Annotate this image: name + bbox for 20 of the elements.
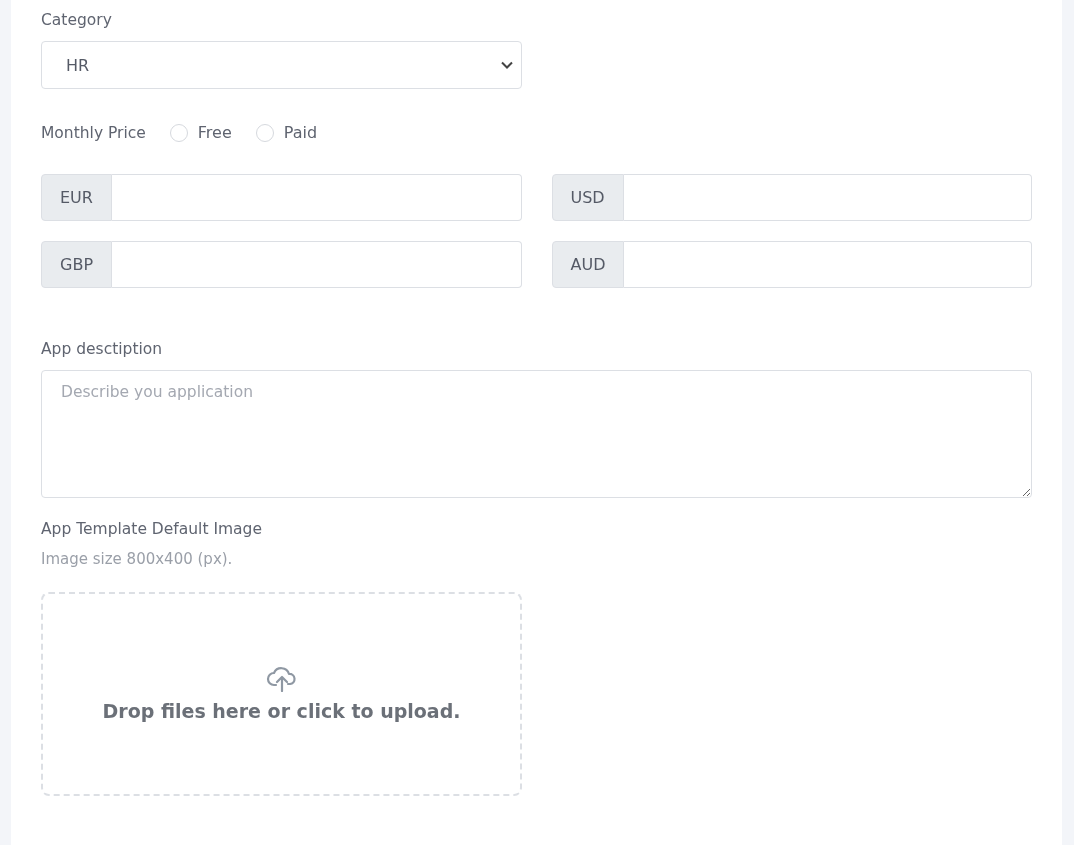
radio-option[interactable]: Free [169, 123, 232, 142]
hint-text: Image size 800x400 (px). [41, 550, 234, 568]
currency-label: GBP [41, 241, 113, 288]
price-input-field[interactable] [111, 174, 522, 221]
description-field[interactable]: Describe you application [41, 370, 1032, 498]
radio-option[interactable]: Paid [255, 123, 318, 142]
currency-label: EUR [41, 174, 112, 221]
field-label: Category [41, 11, 113, 29]
field-label: App Template Default Image [41, 520, 263, 538]
price-input-field[interactable] [624, 241, 1032, 288]
currency-label: USD [551, 174, 624, 221]
price-input-field[interactable] [112, 241, 522, 288]
field-label: App desctiption [41, 340, 164, 358]
select-field[interactable]: HR [41, 41, 522, 89]
price-input-field[interactable] [623, 174, 1032, 221]
chevron-down-icon [501, 61, 513, 69]
field-label: Monthly Price [41, 123, 146, 142]
cloud-upload-icon [265, 666, 298, 692]
upload-dropzone[interactable]: Drop files here or click to upload. [41, 592, 522, 796]
currency-label: AUD [551, 241, 625, 288]
